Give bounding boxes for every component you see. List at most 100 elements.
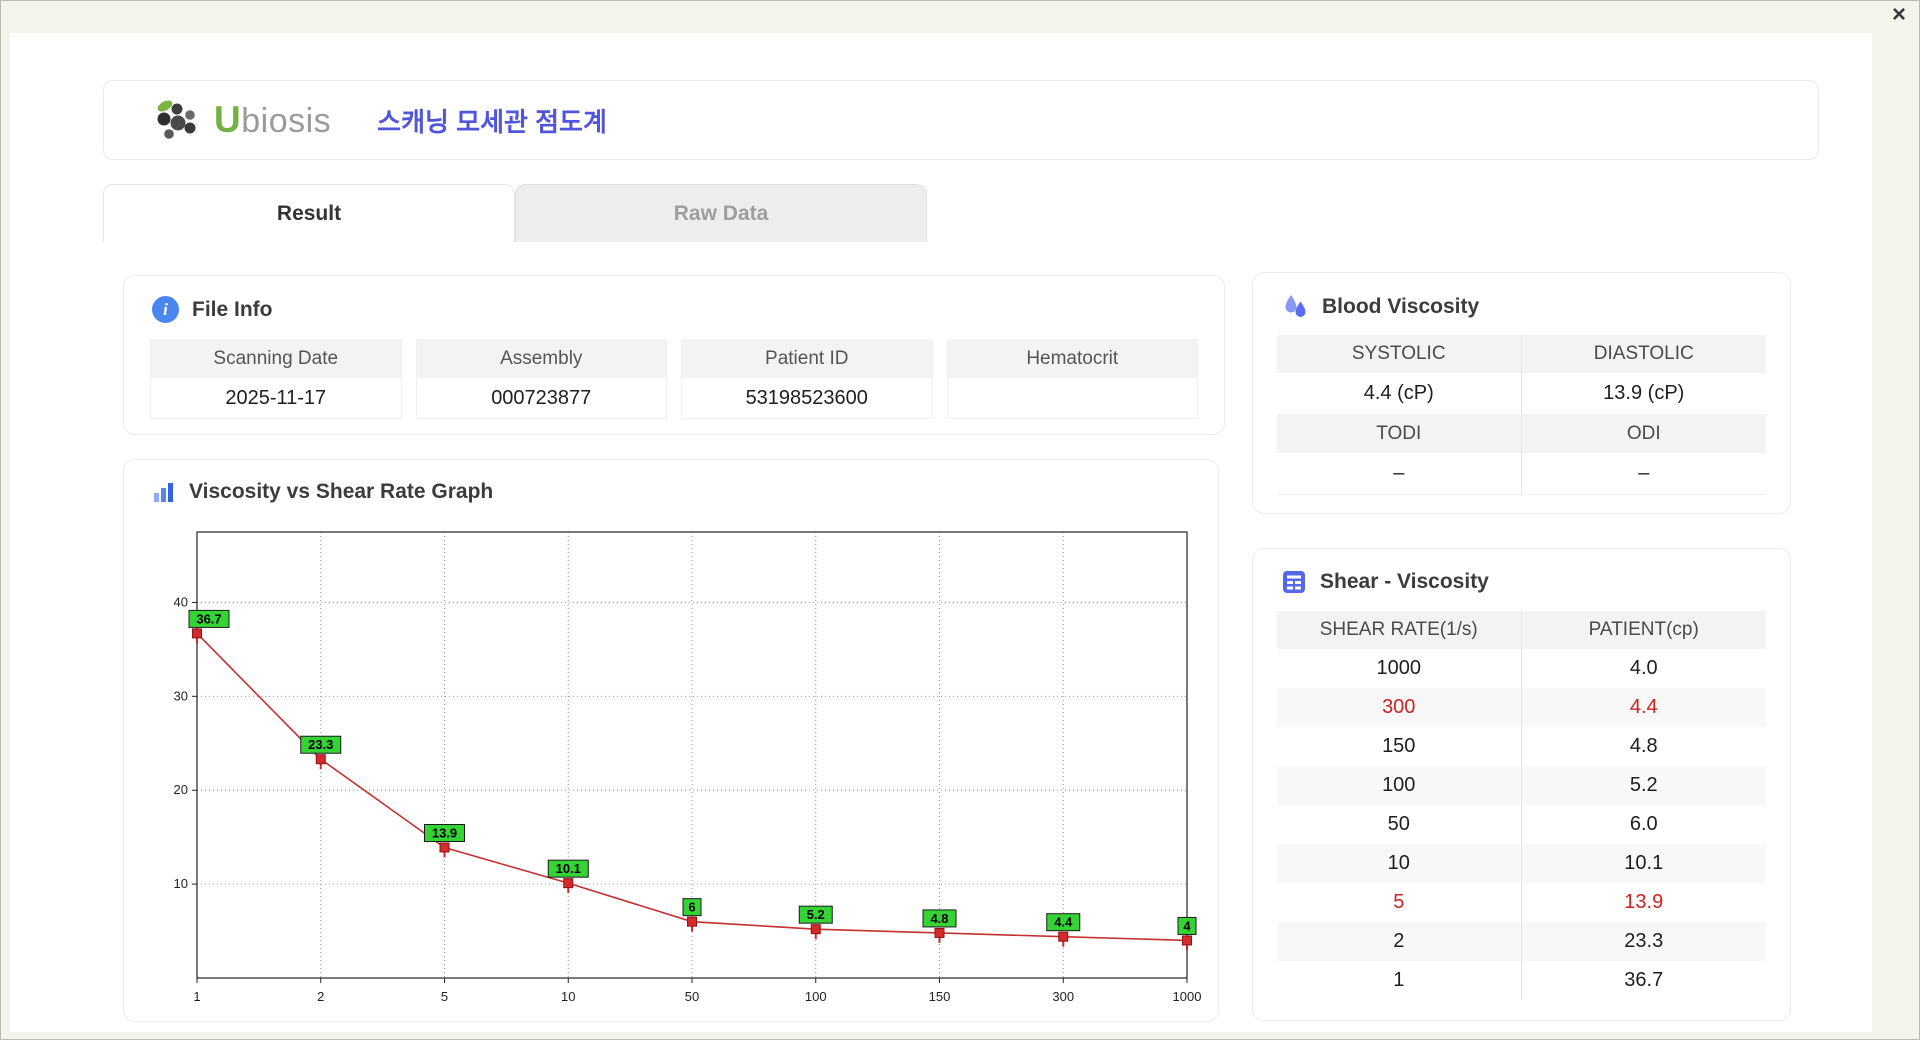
field-label: Hematocrit xyxy=(948,340,1198,378)
svg-text:150: 150 xyxy=(929,989,951,1004)
field-label: Assembly xyxy=(417,340,667,378)
shear-table-row: 506.0 xyxy=(1277,805,1766,844)
shear-table-row: 1504.8 xyxy=(1277,727,1766,766)
svg-text:1000: 1000 xyxy=(1173,989,1202,1004)
file-info-card: i File Info Scanning Date 2025-11-17 Ass… xyxy=(123,275,1225,435)
shear-table-row: 223.3 xyxy=(1277,922,1766,961)
field-hematocrit: Hematocrit xyxy=(947,339,1199,419)
svg-text:4: 4 xyxy=(1183,918,1191,933)
svg-text:36.7: 36.7 xyxy=(196,611,221,626)
svg-text:4.8: 4.8 xyxy=(930,911,948,926)
svg-text:20: 20 xyxy=(174,782,188,797)
svg-text:30: 30 xyxy=(174,688,188,703)
shear-table-row: 136.7 xyxy=(1277,961,1766,1000)
bar-chart-icon xyxy=(152,480,176,504)
brand-letter-u: U xyxy=(214,99,241,140)
shear-viscosity-table: SHEAR RATE(1/s) PATIENT(cp) 10004.03004.… xyxy=(1277,611,1766,1000)
shear-table-row: 3004.4 xyxy=(1277,688,1766,727)
ubiosis-logo: Ubiosis xyxy=(152,97,331,143)
patient-viscosity-value: 5.2 xyxy=(1522,766,1767,805)
shear-rate-value: 300 xyxy=(1277,688,1522,727)
patient-viscosity-value: 6.0 xyxy=(1522,805,1767,844)
patient-viscosity-value: 4.4 xyxy=(1522,688,1767,727)
file-info-title: File Info xyxy=(192,298,273,322)
shear-table-row: 513.9 xyxy=(1277,883,1766,922)
info-icon: i xyxy=(152,296,179,323)
diastolic-value: 13.9 (cP) xyxy=(1522,373,1767,415)
svg-text:10: 10 xyxy=(561,989,575,1004)
svg-text:6: 6 xyxy=(688,900,695,915)
blood-viscosity-title: Blood Viscosity xyxy=(1322,295,1479,319)
file-info-fields: Scanning Date 2025-11-17 Assembly 000723… xyxy=(124,323,1224,419)
shear-rate-column-header: SHEAR RATE(1/s) xyxy=(1277,611,1522,649)
svg-text:100: 100 xyxy=(805,989,827,1004)
shear-table-row: 10004.0 xyxy=(1277,649,1766,688)
svg-text:50: 50 xyxy=(685,989,699,1004)
field-value: 53198523600 xyxy=(682,378,932,418)
shear-table-row: 1010.1 xyxy=(1277,844,1766,883)
app-title: 스캐닝 모세관 점도계 xyxy=(377,102,607,139)
blood-viscosity-title-row: Blood Viscosity xyxy=(1253,273,1790,321)
svg-text:10: 10 xyxy=(174,876,188,891)
todi-label: TODI xyxy=(1277,415,1522,453)
field-value: 2025-11-17 xyxy=(151,378,401,418)
main-panel: Ubiosis 스캐닝 모세관 점도계 Result Raw Data i Fi… xyxy=(10,33,1872,1032)
grape-cluster-icon xyxy=(152,97,206,143)
brand-name: Ubiosis xyxy=(214,99,331,141)
field-value: 000723877 xyxy=(417,378,667,418)
shear-rate-value: 10 xyxy=(1277,844,1522,883)
tab-result[interactable]: Result xyxy=(103,184,515,242)
todi-value: – xyxy=(1277,453,1522,495)
field-assembly: Assembly 000723877 xyxy=(416,339,668,419)
odi-value: – xyxy=(1522,453,1767,495)
graph-card: Viscosity vs Shear Rate Graph 10 20 30 40 36… xyxy=(123,459,1219,1022)
shear-viscosity-title: Shear - Viscosity xyxy=(1320,570,1489,594)
svg-text:5: 5 xyxy=(441,989,448,1004)
table-icon xyxy=(1281,569,1307,595)
patient-viscosity-value: 36.7 xyxy=(1522,961,1767,1000)
shear-rate-value: 100 xyxy=(1277,766,1522,805)
close-button[interactable]: × xyxy=(1892,3,1906,27)
svg-text:300: 300 xyxy=(1052,989,1074,1004)
water-drops-icon xyxy=(1281,293,1309,321)
systolic-value: 4.4 (cP) xyxy=(1277,373,1522,415)
shear-table-header: SHEAR RATE(1/s) PATIENT(cp) xyxy=(1277,611,1766,649)
patient-viscosity-value: 23.3 xyxy=(1522,922,1767,961)
systolic-label: SYSTOLIC xyxy=(1277,335,1522,373)
field-label: Scanning Date xyxy=(151,340,401,378)
svg-text:4.4: 4.4 xyxy=(1054,915,1073,930)
patient-viscosity-value: 13.9 xyxy=(1522,883,1767,922)
header-card: Ubiosis 스캐닝 모세관 점도계 xyxy=(103,80,1819,160)
blood-viscosity-grid: SYSTOLIC DIASTOLIC 4.4 (cP) 13.9 (cP) TO… xyxy=(1277,335,1766,495)
field-scanning-date: Scanning Date 2025-11-17 xyxy=(150,339,402,419)
blood-viscosity-card: Blood Viscosity SYSTOLIC DIASTOLIC 4.4 (… xyxy=(1252,272,1791,514)
shear-table-row: 1005.2 xyxy=(1277,766,1766,805)
diastolic-label: DIASTOLIC xyxy=(1522,335,1767,373)
shear-rate-value: 50 xyxy=(1277,805,1522,844)
svg-text:10.1: 10.1 xyxy=(556,861,581,876)
field-value xyxy=(948,378,1198,418)
svg-text:5.2: 5.2 xyxy=(807,907,825,922)
shear-rate-value: 1000 xyxy=(1277,649,1522,688)
svg-text:23.3: 23.3 xyxy=(308,737,333,752)
brand-rest: biosis xyxy=(241,102,331,140)
svg-text:40: 40 xyxy=(174,594,188,609)
patient-viscosity-value: 10.1 xyxy=(1522,844,1767,883)
shear-table-body: 10004.03004.41504.81005.2506.01010.1513.… xyxy=(1277,649,1766,1000)
shear-viscosity-title-row: Shear - Viscosity xyxy=(1253,549,1790,595)
svg-text:2: 2 xyxy=(317,989,324,1004)
shear-viscosity-card: Shear - Viscosity SHEAR RATE(1/s) PATIEN… xyxy=(1252,548,1791,1021)
odi-label: ODI xyxy=(1522,415,1767,453)
graph-title-row: Viscosity vs Shear Rate Graph xyxy=(124,460,1218,504)
tab-raw-data[interactable]: Raw Data xyxy=(515,184,927,242)
shear-rate-value: 150 xyxy=(1277,727,1522,766)
patient-viscosity-value: 4.0 xyxy=(1522,649,1767,688)
field-label: Patient ID xyxy=(682,340,932,378)
shear-rate-value: 5 xyxy=(1277,883,1522,922)
shear-rate-value: 2 xyxy=(1277,922,1522,961)
file-info-title-row: i File Info xyxy=(124,276,1224,323)
field-patient-id: Patient ID 53198523600 xyxy=(681,339,933,419)
patient-viscosity-value: 4.8 xyxy=(1522,727,1767,766)
patient-column-header: PATIENT(cp) xyxy=(1522,611,1767,649)
svg-text:13.9: 13.9 xyxy=(432,825,457,840)
